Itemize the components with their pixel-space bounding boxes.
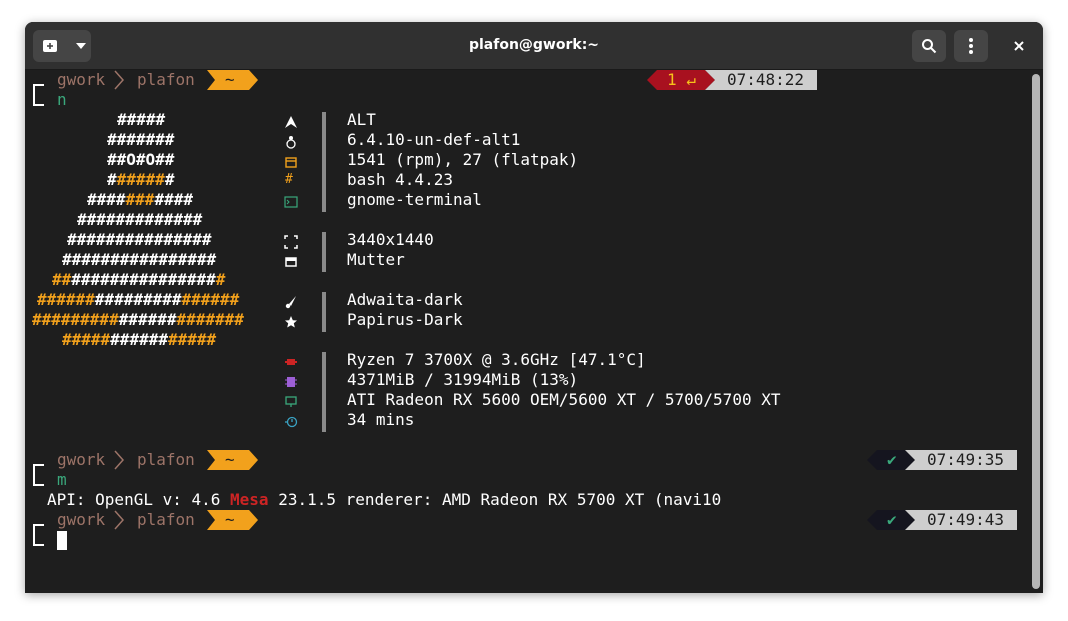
- chevron-right-icon: [114, 450, 125, 470]
- scrollbar[interactable]: [1032, 74, 1040, 589]
- logo-line: ###############: [67, 230, 212, 249]
- prompt-time: 07:48:22: [727, 70, 805, 89]
- uptime-icon: [285, 416, 298, 428]
- search-icon: [922, 39, 937, 54]
- terminal-content[interactable]: gwork plafon ~ 1 ↵ 07:48:22 n ##### #####…: [25, 70, 1043, 593]
- prompt-corner: [33, 84, 44, 106]
- memory-icon: [285, 377, 297, 387]
- os-value: ALT: [347, 110, 376, 129]
- prompt-corner: [33, 524, 44, 546]
- opengl-info-suffix: 23.1.5 renderer: AMD Radeon RX 5700 XT (…: [268, 490, 722, 509]
- logo-line: #######: [107, 170, 175, 189]
- command-text: n: [57, 90, 67, 109]
- logo-line: ###########: [87, 190, 193, 209]
- prompt-home: ~: [225, 510, 235, 529]
- prompt-corner: [33, 464, 44, 486]
- prompt-host: gwork: [57, 510, 106, 529]
- logo-line: ################: [62, 330, 217, 349]
- brush-icon: [285, 296, 296, 309]
- logo-line: ##################: [52, 270, 226, 289]
- prompt-time: 07:49:43: [927, 510, 1005, 529]
- info-separator: [322, 292, 326, 332]
- chevron-right-icon: [114, 70, 125, 90]
- star-icon: [285, 316, 297, 328]
- logo-line: ######################: [32, 310, 244, 329]
- gpu-icon: [285, 396, 297, 407]
- terminal-window: plafon@gwork:~ gwork plafon ~ 1 ↵ 07:48:…: [25, 22, 1043, 593]
- os-icon: [285, 116, 297, 128]
- logo-line: #####################: [37, 290, 240, 309]
- opengl-info-prefix: API: OpenGL v: 4.6: [47, 490, 231, 509]
- cpu-icon: [285, 359, 297, 365]
- terminal-icon: [284, 196, 298, 208]
- logo-line: ################: [62, 250, 217, 269]
- exit-status: 1 ↵: [667, 70, 696, 89]
- uptime-value: 34 mins: [347, 410, 415, 429]
- shell-value: bash 4.4.23: [347, 170, 453, 189]
- prompt-home: ~: [225, 70, 235, 89]
- kebab-menu-icon: [969, 38, 973, 54]
- packages-value: 1541 (rpm), 27 (flatpak): [347, 150, 579, 169]
- cpu-value: Ryzen 7 3700X @ 3.6GHz [47.1°C]: [347, 350, 646, 369]
- prompt-dir: plafon: [137, 450, 195, 469]
- text-cursor: [57, 531, 67, 550]
- prompt-host: gwork: [57, 70, 106, 89]
- resolution-icon: [284, 235, 298, 249]
- opengl-info-line: API: OpenGL v: 4.6 Mesa 23.1.5 renderer:…: [47, 490, 721, 510]
- prompt-dir: plafon: [137, 70, 195, 89]
- info-separator: [322, 232, 326, 272]
- logo-line: #############: [77, 210, 203, 229]
- prompt-dir: plafon: [137, 510, 195, 529]
- menu-button[interactable]: [954, 30, 988, 62]
- kernel-icon: [286, 136, 296, 149]
- chevron-right-icon: [114, 510, 125, 530]
- search-button[interactable]: [912, 30, 946, 62]
- kernel-value: 6.4.10-un-def-alt1: [347, 130, 521, 149]
- shell-icon: #: [285, 172, 293, 187]
- info-separator: [322, 352, 326, 432]
- info-separator: [322, 112, 326, 212]
- title-bar: plafon@gwork:~: [25, 22, 1043, 70]
- command-text: m: [57, 470, 67, 489]
- icons-value: Papirus-Dark: [347, 310, 463, 329]
- logo-line: #######: [107, 130, 175, 149]
- memory-value: 4371MiB / 31994MiB (13%): [347, 370, 579, 389]
- success-status: ✔: [887, 450, 897, 469]
- prompt-host: gwork: [57, 450, 106, 469]
- resolution-value: 3440x1440: [347, 230, 434, 249]
- logo-line: #####: [117, 110, 166, 129]
- gpu-value: ATI Radeon RX 5600 OEM/5600 XT / 5700/57…: [347, 390, 781, 409]
- package-icon: [285, 157, 297, 168]
- wm-value: Mutter: [347, 250, 405, 269]
- logo-line: ##O#O##: [107, 150, 175, 169]
- mesa-label: Mesa: [230, 490, 269, 509]
- success-status: ✔: [887, 510, 897, 529]
- window-title: plafon@gwork:~: [468, 37, 600, 53]
- window-manager-icon: [285, 257, 297, 267]
- terminal-value: gnome-terminal: [347, 190, 482, 209]
- theme-value: Adwaita-dark: [347, 290, 463, 309]
- close-icon[interactable]: [1014, 41, 1024, 51]
- prompt-home: ~: [225, 450, 235, 469]
- prompt-time: 07:49:35: [927, 450, 1005, 469]
